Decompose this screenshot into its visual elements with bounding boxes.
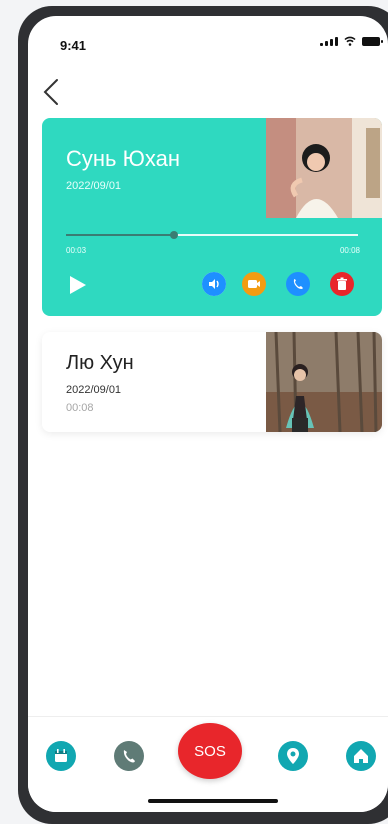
playback-progress-bar[interactable]: [66, 231, 358, 239]
speaker-button[interactable]: [202, 272, 226, 296]
phone-icon: [286, 272, 310, 296]
location-pin-icon: [287, 748, 299, 764]
bottom-navigation: SOS: [28, 716, 388, 812]
phone-frame: 9:41 Сунь Юхан 2022/09/01 00:03 00:08 Лю…: [18, 6, 388, 824]
call-nav-button[interactable]: [114, 741, 144, 771]
progress-current-time: 00:03: [66, 246, 87, 255]
record-date: 2022/09/01: [66, 384, 122, 396]
video-thumbnail[interactable]: [266, 332, 382, 432]
phone-icon: [123, 750, 135, 763]
back-button[interactable]: [38, 76, 66, 108]
record-name: Сунь Юхан: [66, 146, 180, 171]
record-duration: 00:08: [66, 402, 94, 414]
video-record-card[interactable]: Лю Хун 2022/09/01 00:08: [42, 332, 382, 432]
video-thumbnail[interactable]: [266, 118, 382, 218]
video-record-card-active[interactable]: Сунь Юхан 2022/09/01 00:03 00:08: [42, 118, 382, 316]
call-button[interactable]: [286, 272, 310, 296]
progress-knob[interactable]: [170, 231, 179, 239]
play-button[interactable]: [66, 274, 88, 296]
progress-fill: [66, 234, 175, 236]
signal-icon: [320, 36, 338, 46]
home-indicator[interactable]: [148, 799, 278, 803]
status-bar: 9:41: [28, 16, 388, 60]
record-name: Лю Хун: [66, 352, 134, 374]
app-screen: 9:41 Сунь Юхан 2022/09/01 00:03 00:08 Лю…: [28, 16, 388, 812]
home-button[interactable]: [346, 741, 376, 771]
video-camera-icon: [242, 272, 266, 296]
record-date: 2022/09/01: [66, 180, 122, 192]
progress-total-time: 00:08: [339, 246, 360, 255]
home-icon: [354, 749, 368, 763]
calendar-button[interactable]: [46, 741, 76, 771]
speaker-icon: [202, 272, 226, 296]
wifi-icon: [344, 36, 356, 46]
status-icons: [320, 36, 383, 46]
delete-button[interactable]: [330, 272, 354, 296]
video-button[interactable]: [242, 272, 266, 296]
sos-button[interactable]: SOS: [178, 723, 242, 779]
status-time: 9:41: [60, 38, 87, 53]
trash-icon: [330, 272, 354, 296]
calendar-icon: [55, 749, 67, 762]
battery-icon: [362, 36, 383, 46]
location-button[interactable]: [278, 741, 308, 771]
